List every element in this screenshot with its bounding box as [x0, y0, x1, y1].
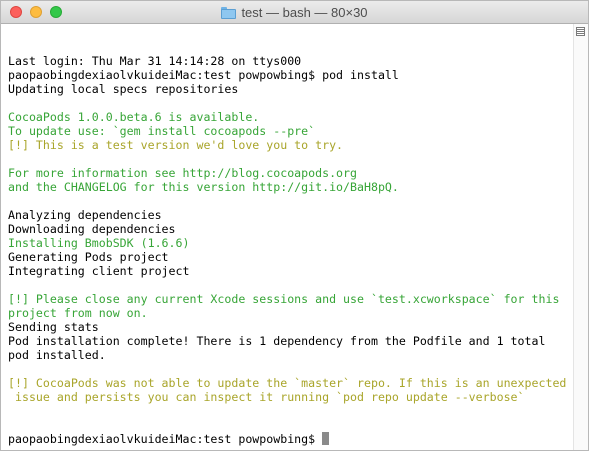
- terminal-line: For more information see http://blog.coc…: [8, 166, 358, 180]
- terminal-line: and the CHANGELOG for this version http:…: [8, 180, 399, 194]
- vertical-scrollbar[interactable]: [573, 24, 588, 450]
- terminal-line: Sending stats: [8, 320, 99, 334]
- terminal-line: [!] This is a test version we'd love you…: [8, 138, 344, 152]
- title-bar[interactable]: test — bash — 80×30: [1, 1, 588, 24]
- terminal-line: project from now on.: [8, 306, 148, 320]
- folder-icon: [221, 6, 237, 19]
- terminal-line: [!] Please close any current Xcode sessi…: [8, 292, 560, 306]
- terminal-window: test — bash — 80×30 Last login: Thu Mar …: [0, 0, 589, 451]
- terminal-line: [!] CocoaPods was not able to update the…: [8, 376, 567, 390]
- terminal-output[interactable]: Last login: Thu Mar 31 14:14:28 on ttys0…: [8, 26, 570, 450]
- terminal-line: Generating Pods project: [8, 250, 169, 264]
- terminal-line: CocoaPods 1.0.0.beta.6 is available.: [8, 110, 260, 124]
- shell-prompt: paopaobingdexiaolvkuideiMac:test powpowb…: [8, 432, 323, 446]
- window-title-group: test — bash — 80×30: [1, 1, 588, 23]
- terminal-line: Integrating client project: [8, 264, 190, 278]
- prompt-line[interactable]: paopaobingdexiaolvkuideiMac:test powpowb…: [8, 432, 570, 446]
- terminal-line: paopaobingdexiaolvkuideiMac:test powpowb…: [8, 68, 399, 82]
- terminal-line: Pod installation complete! There is 1 de…: [8, 334, 546, 348]
- terminal-line: Updating local specs repositories: [8, 82, 239, 96]
- terminal-line: Installing BmobSDK (1.6.6): [8, 236, 190, 250]
- text-cursor: [322, 432, 330, 445]
- terminal-line: pod installed.: [8, 348, 106, 362]
- terminal-line: issue and persists you can inspect it ru…: [8, 390, 525, 404]
- terminal-line: Analyzing dependencies: [8, 208, 162, 222]
- terminal-line: To update use: `gem install cocoapods --…: [8, 124, 316, 138]
- window-title: test — bash — 80×30: [241, 4, 368, 20]
- split-pane-icon[interactable]: [576, 27, 585, 36]
- terminal-line: Downloading dependencies: [8, 222, 176, 236]
- terminal-line: Last login: Thu Mar 31 14:14:28 on ttys0…: [8, 54, 302, 68]
